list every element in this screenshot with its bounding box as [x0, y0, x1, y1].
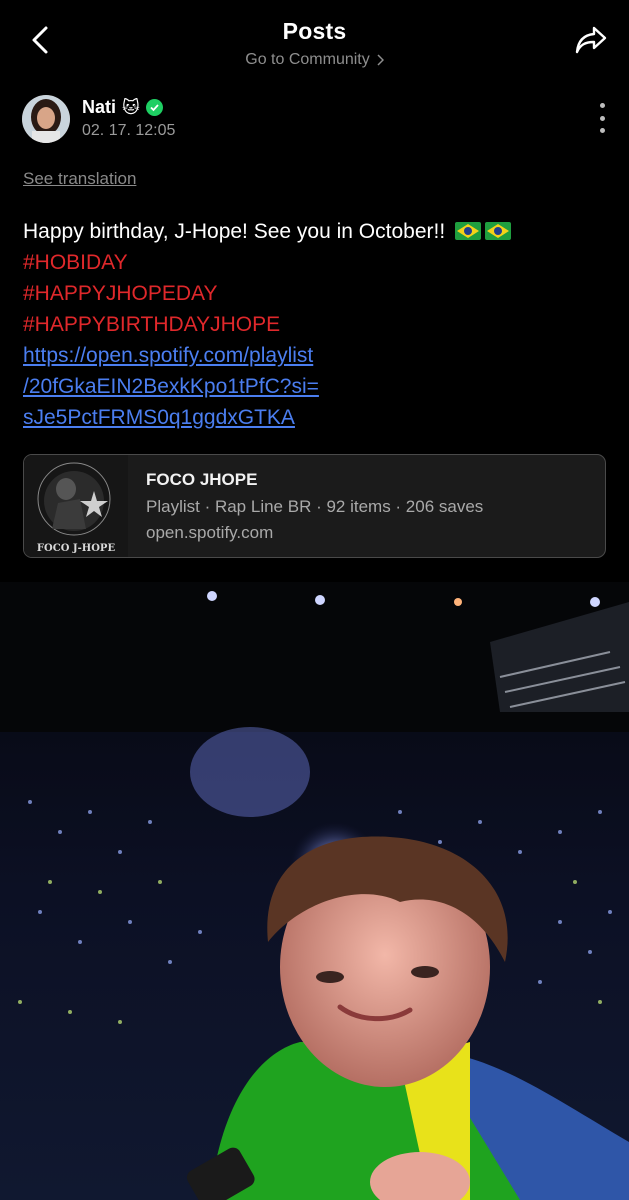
avatar-image — [22, 95, 70, 143]
concert-photo-image — [0, 582, 629, 1200]
post-photo[interactable] — [0, 582, 629, 1200]
page-title: Posts — [282, 18, 347, 44]
author-name[interactable]: Nati — [82, 97, 116, 118]
dot-icon — [599, 115, 605, 121]
post-text-line: Happy birthday, J-Hope! See you in Octob… — [23, 216, 613, 247]
go-to-community-label: Go to Community — [245, 51, 370, 68]
brazil-flag-icon — [455, 222, 482, 240]
header-title-group: Posts Go to Community — [0, 18, 629, 69]
hashtag-link[interactable]: #HAPPYBIRTHDAYJHOPE — [23, 309, 613, 340]
spotify-url-link[interactable]: sJe5PctFRMS0q1ggdxGTKA — [23, 402, 613, 433]
spotify-url-link[interactable]: /20fGkaEIN2BexkKpo1tPfC?si= — [23, 371, 613, 402]
go-to-community-link[interactable]: Go to Community — [245, 51, 384, 69]
avatar[interactable] — [22, 95, 70, 143]
playlist-cover-image: FOCO J-HOPE — [24, 455, 128, 557]
more-options-button[interactable] — [592, 103, 612, 133]
link-preview-card[interactable]: FOCO J-HOPE FOCO JHOPE Playlist · Rap Li… — [23, 454, 606, 558]
playlist-thumbnail: FOCO J-HOPE — [24, 455, 128, 557]
link-card-url: open.spotify.com — [146, 523, 274, 542]
share-arrow-icon — [575, 26, 607, 54]
post-author-row: Nati 🐱 02. 17. 12:05 — [22, 95, 612, 145]
see-translation-link[interactable]: See translation — [23, 169, 136, 189]
brazil-flag-icon — [485, 222, 512, 240]
link-card-title: FOCO JHOPE — [146, 470, 258, 489]
hashtag-link[interactable]: #HAPPYJHOPEDAY — [23, 278, 613, 309]
thumbnail-caption: FOCO J-HOPE — [37, 543, 116, 554]
post-text: Happy birthday, J-Hope! See you in Octob… — [23, 220, 446, 243]
dot-icon — [599, 103, 605, 108]
hashtag-link[interactable]: #HOBIDAY — [23, 247, 613, 278]
post-body: Happy birthday, J-Hope! See you in Octob… — [23, 216, 613, 433]
spotify-url-link[interactable]: https://open.spotify.com/playlist — [23, 340, 613, 371]
share-button[interactable] — [571, 20, 611, 60]
cat-emoji: 🐱 — [122, 97, 140, 117]
top-bar: Posts Go to Community — [0, 0, 629, 80]
link-card-subtitle: Playlist · Rap Line BR · 92 items · 206 … — [146, 497, 484, 516]
chevron-right-icon — [377, 54, 384, 66]
post-timestamp: 02. 17. 12:05 — [82, 122, 176, 139]
verified-badge-icon — [145, 99, 163, 116]
dot-icon — [599, 128, 605, 133]
author-name-row: Nati 🐱 — [82, 97, 163, 118]
